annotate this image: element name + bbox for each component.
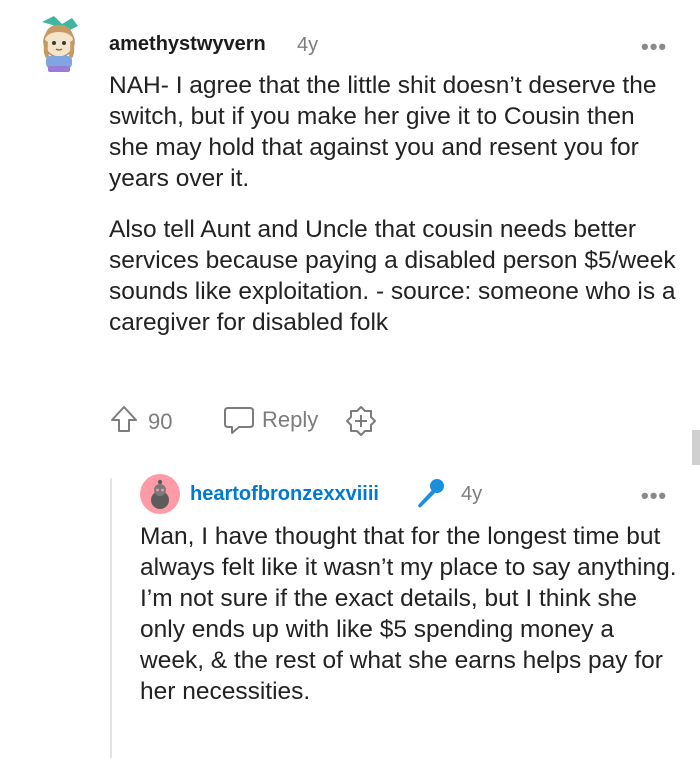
reply-button[interactable]: Reply (222, 403, 322, 437)
reply-age: 4y (461, 483, 483, 505)
upvote-count: 90 (148, 409, 173, 434)
comment-more-options-button[interactable]: ••• (641, 36, 667, 58)
reply-username[interactable]: heartofbronzexxviiii (190, 483, 379, 506)
comment-body: NAH- I agree that the little shit doesn’… (109, 70, 679, 338)
plus-award-icon (346, 406, 376, 436)
snoo-avatar-icon (140, 474, 180, 514)
reply-avatar[interactable] (140, 474, 180, 514)
comment-paragraph-2: Also tell Aunt and Uncle that cousin nee… (109, 216, 676, 336)
comment-avatar[interactable] (32, 12, 86, 76)
reply-more-options-button[interactable]: ••• (641, 485, 667, 507)
reply-user-badge (413, 476, 447, 510)
reply-body: Man, I have thought that for the longest… (140, 523, 677, 705)
speech-bubble-icon (224, 407, 254, 434)
thread-line[interactable] (110, 478, 112, 758)
comment-age: 4y (297, 34, 319, 56)
comment-username[interactable]: amethystwyvern (109, 33, 266, 56)
reply-label: Reply (262, 407, 319, 432)
scrollbar-thumb[interactable] (692, 430, 700, 465)
avatar-character-icon (42, 16, 78, 72)
award-button[interactable] (345, 405, 377, 437)
upvote-arrow-icon (111, 406, 137, 432)
upvote-button[interactable] (109, 404, 141, 436)
comment-paragraph-1: NAH- I agree that the little shit doesn’… (109, 72, 657, 192)
microphone-icon (418, 479, 444, 508)
